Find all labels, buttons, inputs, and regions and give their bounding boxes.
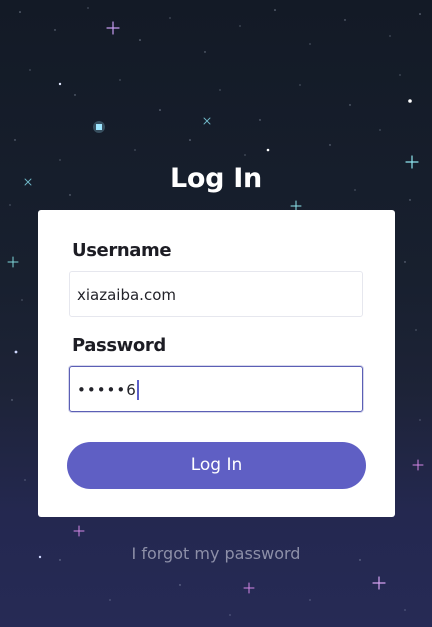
password-label: Password bbox=[72, 335, 166, 356]
forgot-password-link[interactable]: I forgot my password bbox=[0, 544, 432, 563]
page-title: Log In bbox=[170, 163, 262, 194]
text-caret bbox=[136, 379, 139, 400]
password-last-char: 6 bbox=[126, 381, 136, 399]
username-label: Username bbox=[72, 240, 172, 261]
password-mask: ••••• bbox=[77, 381, 127, 399]
login-button[interactable]: Log In bbox=[67, 442, 366, 489]
login-card: Username xiazaiba.com Password •••••6 Lo… bbox=[38, 210, 395, 517]
username-input[interactable]: xiazaiba.com bbox=[69, 271, 363, 317]
password-input[interactable]: •••••6 bbox=[69, 366, 363, 412]
username-value: xiazaiba.com bbox=[77, 286, 176, 304]
